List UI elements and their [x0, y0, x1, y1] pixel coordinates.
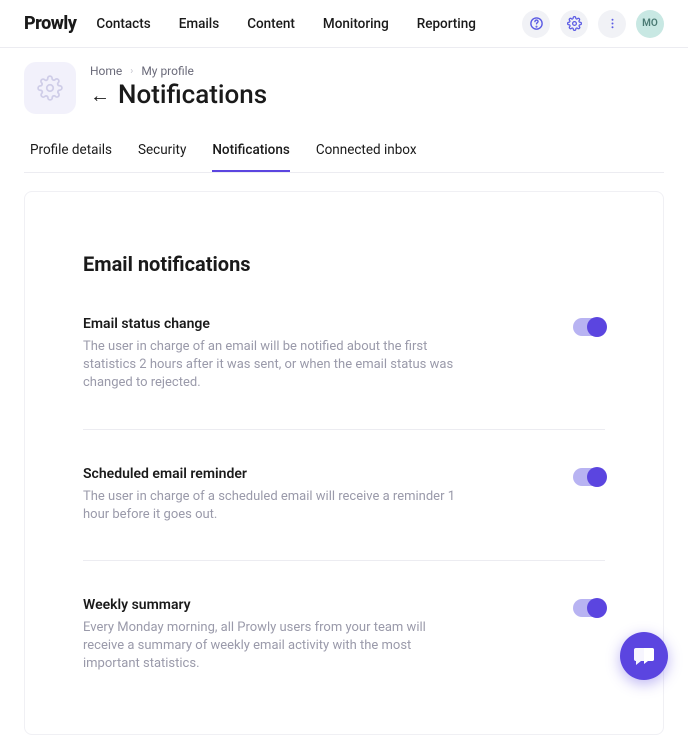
breadcrumb-my-profile[interactable]: My profile — [141, 64, 194, 78]
toggle-scheduled-email-reminder[interactable] — [573, 468, 605, 486]
chat-fab[interactable] — [620, 632, 668, 680]
more-icon[interactable] — [598, 10, 626, 38]
setting-scheduled-email-reminder: Scheduled email reminder The user in cha… — [83, 466, 605, 561]
section-title: Email notifications — [83, 252, 605, 276]
gear-icon[interactable] — [560, 10, 588, 38]
help-icon[interactable] — [522, 10, 550, 38]
setting-desc: Every Monday morning, all Prowly users f… — [83, 619, 463, 674]
topbar-right: MO — [522, 10, 664, 38]
back-arrow-icon[interactable]: ← — [90, 85, 110, 105]
page-gear-icon — [24, 62, 76, 114]
setting-desc: The user in charge of an email will be n… — [83, 338, 463, 393]
setting-title: Email status change — [83, 316, 463, 332]
content-card: Email notifications Email status change … — [24, 191, 664, 735]
setting-email-status-change: Email status change The user in charge o… — [83, 316, 605, 430]
logo[interactable]: Prowly — [24, 13, 76, 34]
tab-profile-details[interactable]: Profile details — [30, 142, 112, 172]
toggle-weekly-summary[interactable] — [573, 599, 605, 617]
tab-connected-inbox[interactable]: Connected inbox — [316, 142, 417, 172]
breadcrumb: Home › My profile — [90, 64, 267, 78]
breadcrumb-home[interactable]: Home — [90, 64, 122, 78]
chevron-right-icon: › — [130, 66, 133, 77]
main-nav: Contacts Emails Content Monitoring Repor… — [96, 16, 476, 32]
setting-weekly-summary: Weekly summary Every Monday morning, all… — [83, 597, 605, 710]
avatar[interactable]: MO — [636, 10, 664, 38]
nav-reporting[interactable]: Reporting — [417, 16, 476, 32]
tabs: Profile details Security Notifications C… — [24, 142, 664, 173]
setting-title: Weekly summary — [83, 597, 463, 613]
setting-title: Scheduled email reminder — [83, 466, 463, 482]
tab-notifications[interactable]: Notifications — [212, 142, 289, 172]
toggle-email-status-change[interactable] — [573, 318, 605, 336]
tab-security[interactable]: Security — [138, 142, 186, 172]
topbar: Prowly Contacts Emails Content Monitorin… — [0, 0, 688, 48]
nav-emails[interactable]: Emails — [179, 16, 220, 32]
nav-content[interactable]: Content — [247, 16, 295, 32]
nav-contacts[interactable]: Contacts — [96, 16, 150, 32]
setting-desc: The user in charge of a scheduled email … — [83, 488, 463, 524]
nav-monitoring[interactable]: Monitoring — [323, 16, 389, 32]
page-title: Notifications — [118, 80, 267, 110]
header: Home › My profile ← Notifications Profil… — [0, 48, 688, 173]
